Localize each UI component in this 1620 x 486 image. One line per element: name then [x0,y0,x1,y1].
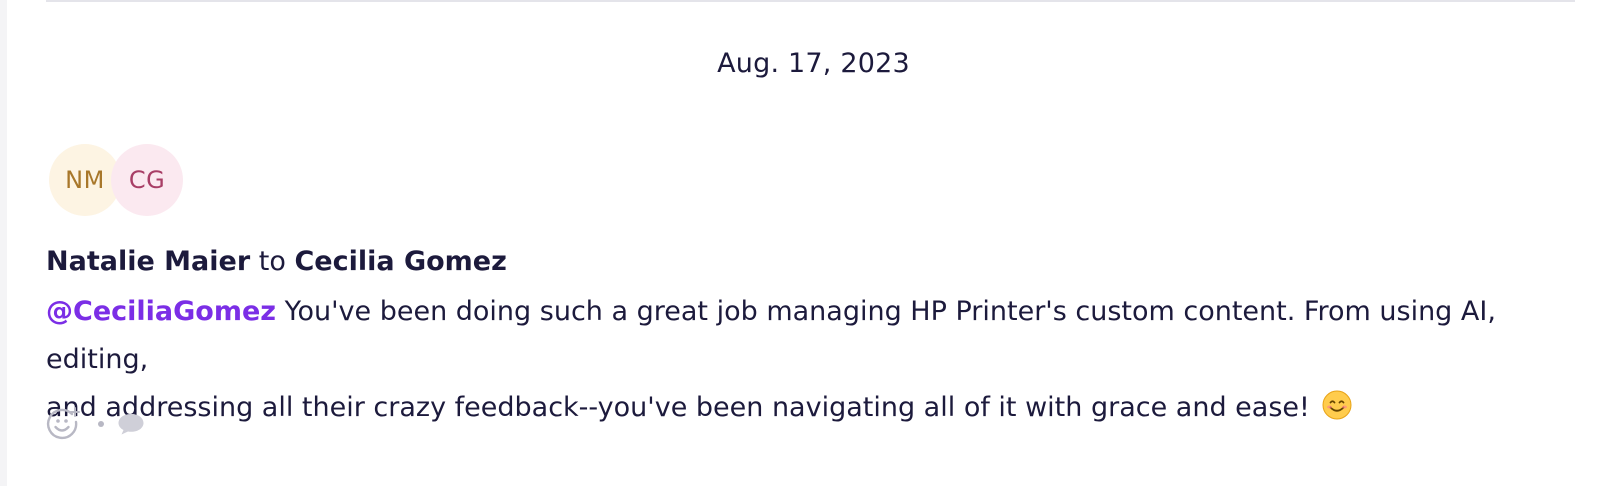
add-reaction-icon[interactable] [46,406,82,442]
connector-text: to [258,246,286,277]
top-divider [46,0,1575,2]
separator-dot [98,421,104,427]
recognition-card: Aug. 17, 2023 NM CG Natalie Maier to Cec… [7,0,1620,486]
recipient-name[interactable]: Cecilia Gomez [294,246,506,277]
post-header: Natalie Maier to Cecilia Gomez [46,246,507,277]
message-text-line2: and addressing all their crazy feedback-… [46,392,1310,423]
message-body: @CeciliaGomez You've been doing such a g… [46,288,1586,432]
sender-name[interactable]: Natalie Maier [46,246,250,277]
date-label: Aug. 17, 2023 [717,48,910,79]
mention-link[interactable]: @CeciliaGomez [46,296,276,327]
avatar-recipient[interactable]: CG [111,144,183,216]
smiling-face-emoji-icon [1322,390,1352,420]
comment-bubble-icon[interactable] [117,412,145,436]
